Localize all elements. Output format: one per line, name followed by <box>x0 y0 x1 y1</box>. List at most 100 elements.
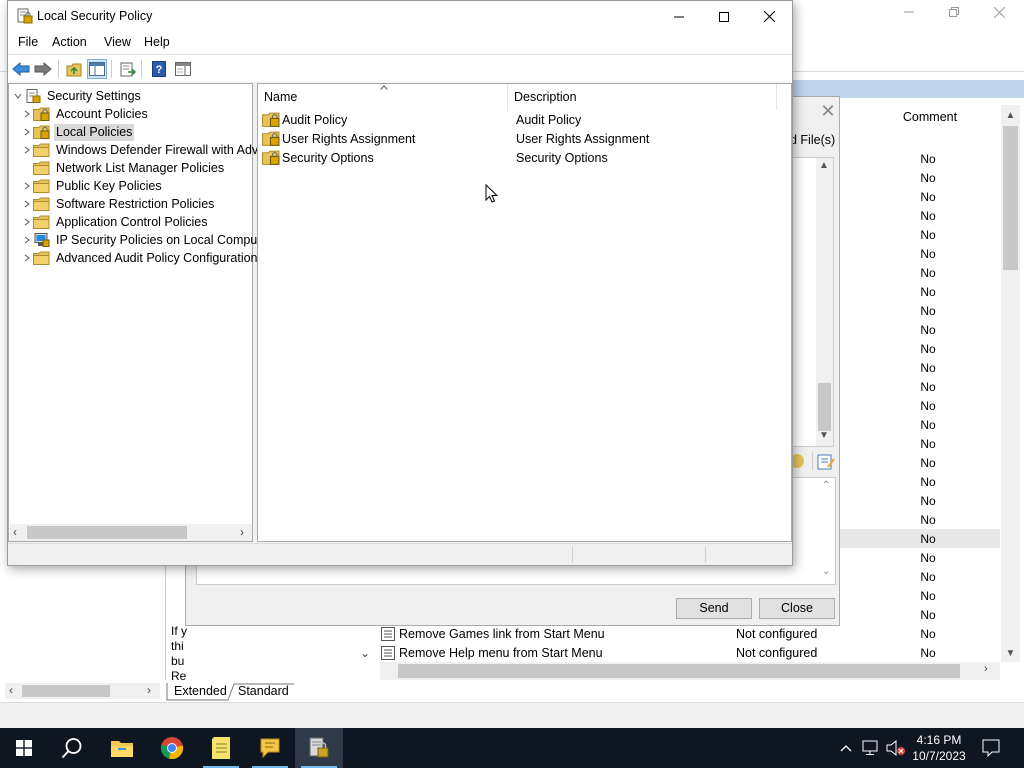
files-scrollbar[interactable]: ▲ ▼ <box>816 158 833 446</box>
edit-note-icon[interactable] <box>817 453 835 470</box>
attached-files-list[interactable]: ▲ ▼ <box>790 157 834 447</box>
tree-node[interactable]: IP Security Policies on Local Compute <box>21 231 270 249</box>
toolbar-separator <box>141 60 142 78</box>
tree-horizontal-scrollbar[interactable]: ‹ › <box>10 524 252 541</box>
menu-help[interactable]: Help <box>144 35 170 49</box>
list-item[interactable]: Remove Help menu from Start Menu Not con… <box>380 643 1000 662</box>
close-button[interactable] <box>746 1 792 32</box>
notepad-button[interactable] <box>197 728 245 768</box>
clock-date: 10/7/2023 <box>912 749 966 763</box>
column-divider[interactable] <box>776 84 777 110</box>
send-button[interactable]: Send <box>676 598 752 619</box>
expand-right-icon[interactable] <box>21 177 33 195</box>
column-divider[interactable] <box>507 84 508 110</box>
scroll-down-arrow[interactable]: ▼ <box>819 430 829 441</box>
scroll-right-arrow[interactable]: › <box>984 663 988 675</box>
file-explorer-button[interactable] <box>98 728 146 768</box>
tree-node[interactable]: Advanced Audit Policy Configuration <box>21 249 260 267</box>
explain-scroll-down-icon[interactable]: ⌄ <box>360 646 370 660</box>
tree-node-label: Account Policies <box>56 106 148 121</box>
close-button[interactable]: Close <box>759 598 835 619</box>
toolbar-separator <box>58 60 59 78</box>
back-button[interactable] <box>11 59 31 79</box>
background-close-button[interactable] <box>976 0 1022 24</box>
start-button[interactable] <box>0 728 48 768</box>
files-scroll-thumb[interactable] <box>818 383 831 431</box>
background-scroll-thumb[interactable] <box>1003 126 1018 270</box>
tree-node[interactable]: Application Control Policies <box>21 213 209 231</box>
tree-node[interactable]: Account Policies <box>21 105 150 123</box>
comment-cell: No <box>920 551 936 565</box>
list-item-description: Audit Policy <box>516 112 582 127</box>
background-left-pane <box>0 560 165 680</box>
file-explorer-icon <box>111 741 133 757</box>
scroll-down-arrow[interactable]: ▼ <box>1001 645 1020 661</box>
setting-state: Not configured <box>736 626 818 641</box>
expand-right-icon[interactable] <box>21 213 33 231</box>
list-item[interactable]: User Rights Assignment User Rights Assign… <box>262 129 649 148</box>
comment-column-header[interactable]: Comment <box>860 100 1000 134</box>
action-center-icon[interactable] <box>982 739 1000 757</box>
tree-node[interactable]: Windows Defender Firewall with Adva <box>21 141 267 159</box>
list-item[interactable]: Remove Games link from Start Menu Not co… <box>380 624 1000 643</box>
background-hscroll-thumb[interactable] <box>398 664 960 678</box>
expand-right-icon[interactable] <box>21 123 33 141</box>
folder-icon <box>33 143 54 157</box>
expand-right-icon[interactable] <box>21 231 33 249</box>
expand-right-icon[interactable] <box>21 195 33 213</box>
volume-muted-icon[interactable] <box>886 740 906 756</box>
minimize-button[interactable] <box>656 1 702 32</box>
tree-node[interactable]: Security Settings <box>12 87 143 105</box>
menu-view[interactable]: View <box>104 35 131 49</box>
dialog-close-icon[interactable]: ✕ <box>818 99 838 123</box>
column-header-name[interactable]: Name <box>264 90 297 104</box>
show-hide-console-tree-button[interactable] <box>87 59 107 79</box>
scroll-right-arrow[interactable]: › <box>240 525 244 539</box>
chrome-button[interactable] <box>148 728 196 768</box>
scroll-up-arrow[interactable]: ▲ <box>1001 107 1020 123</box>
scroll-down-arrow[interactable]: ⌄ <box>822 566 830 577</box>
menu-action[interactable]: Action <box>52 35 87 49</box>
search-button[interactable] <box>48 728 96 768</box>
feedback-button[interactable] <box>246 728 294 768</box>
forward-button[interactable] <box>33 59 53 79</box>
tree-node[interactable]: Local Policies <box>21 123 135 141</box>
local-security-policy-taskbar-button[interactable] <box>295 728 343 768</box>
expand-right-icon[interactable] <box>21 141 33 159</box>
tree-hscroll-thumb[interactable] <box>27 526 187 539</box>
close-icon <box>763 11 775 22</box>
help-button[interactable]: ? <box>149 59 169 79</box>
scroll-up-arrow[interactable]: ▲ <box>819 160 829 171</box>
show-hidden-icons-chevron-icon[interactable] <box>840 743 852 753</box>
expand-right-icon[interactable] <box>21 249 33 267</box>
titlebar[interactable]: Local Security Policy <box>8 1 792 32</box>
menu-file[interactable]: File <box>18 35 38 49</box>
export-list-button[interactable] <box>118 59 138 79</box>
tab-extended[interactable]: Extended <box>169 683 232 701</box>
maximize-icon <box>719 11 729 22</box>
scroll-up-arrow[interactable]: ⌃ <box>822 480 830 491</box>
list-item[interactable]: Security Options Security Options <box>262 148 608 167</box>
column-header-description[interactable]: Description <box>514 90 577 104</box>
network-icon[interactable] <box>862 740 880 756</box>
message-scrollbar[interactable]: ⌃ ⌄ <box>818 478 835 584</box>
up-one-level-button[interactable] <box>64 59 84 79</box>
maximize-button[interactable] <box>701 1 747 32</box>
tree-node[interactable]: Public Key Policies <box>21 177 164 195</box>
background-minimize-button[interactable] <box>886 0 932 24</box>
tree-node[interactable]: Network List Manager Policies <box>21 159 226 177</box>
tree-node[interactable]: Software Restriction Policies <box>21 195 216 213</box>
left-hscroll-thumb[interactable] <box>22 685 110 697</box>
attached-files-label: d File(s) <box>790 133 836 147</box>
list-item[interactable]: Audit Policy Audit Policy <box>262 110 581 129</box>
expand-down-icon[interactable] <box>12 87 24 105</box>
clock[interactable]: 4:16 PM 10/7/2023 <box>904 730 974 768</box>
tab-standard[interactable]: Standard <box>233 683 294 701</box>
tree-node-label: Windows Defender Firewall with Adva <box>56 142 266 157</box>
background-restore-button[interactable] <box>931 0 977 24</box>
scroll-right-arrow[interactable]: › <box>147 683 151 697</box>
scroll-left-arrow[interactable]: ‹ <box>9 683 13 697</box>
scroll-left-arrow[interactable]: ‹ <box>13 525 17 539</box>
show-hide-action-pane-button[interactable] <box>173 59 193 79</box>
expand-right-icon[interactable] <box>21 105 33 123</box>
